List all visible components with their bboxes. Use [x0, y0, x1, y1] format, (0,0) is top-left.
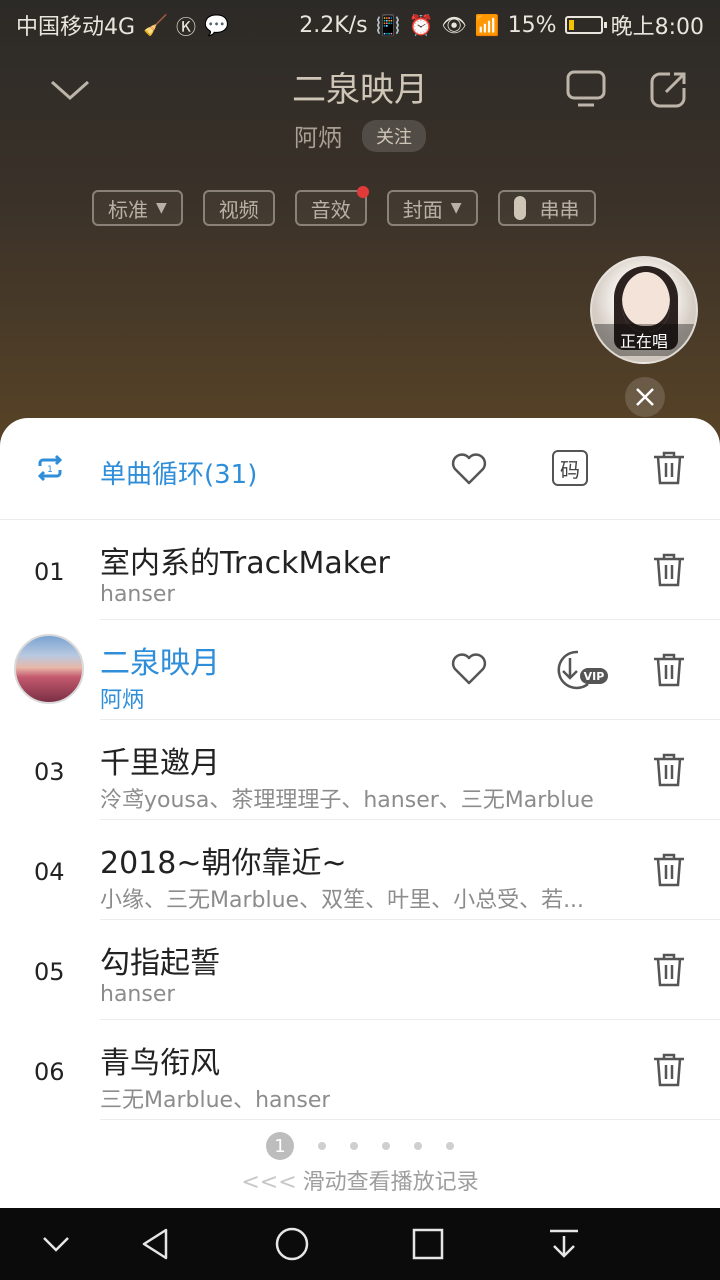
new-badge-dot [356, 186, 369, 198]
list-item[interactable]: 01 室内系的TrackMaker hanser [0, 520, 720, 620]
svg-text:VIP: VIP [584, 670, 605, 683]
list-item[interactable]: 03 千里邀月 泠鸢yousa、茶理理理子、hanser、三无Marblue [0, 720, 720, 820]
track-number: 01 [34, 558, 65, 586]
chuanchuan-label: 串串 [539, 197, 580, 222]
eye-icon: 👁 [441, 13, 467, 37]
swipe-arrows: <<< [241, 1170, 297, 1195]
artist-name[interactable]: 阿炳 [294, 118, 342, 153]
network-speed: 2.2K/s [299, 12, 368, 38]
video-label: 视频 [218, 197, 259, 222]
effects-label: 音效 [310, 197, 351, 222]
track-artist: hanser [100, 982, 176, 1007]
effects-chip[interactable]: 音效 [294, 186, 369, 226]
playlist-sheet: 1 单曲循环(31) 码 01 室内系的TrackMaker hanser 二泉… [0, 418, 720, 1208]
heart-icon[interactable] [450, 652, 488, 686]
clock: 晚上8:00 [610, 15, 704, 40]
list-item[interactable]: 04 2018~朝你靠近~ 小缘、三无Marblue、双笙、叶里、小总受、若..… [0, 820, 720, 920]
wifi-icon: 📶 [474, 13, 500, 37]
page-indicator: 1 [0, 1132, 720, 1160]
now-singing-label: 正在唱 [592, 324, 696, 356]
track-artist: hanser [100, 582, 176, 607]
trash-icon[interactable] [652, 1052, 686, 1088]
caret-down-icon: ▼ [156, 200, 167, 216]
playlist-header: 1 单曲循环(31) 码 [0, 418, 720, 520]
now-singing-avatar[interactable]: 正在唱 [590, 256, 698, 364]
chat-icon: 💬 [203, 13, 229, 37]
track-title: 2018~朝你靠近~ [100, 846, 347, 881]
song-title: 二泉映月 [292, 70, 428, 110]
notification-pull-icon[interactable] [546, 1226, 582, 1262]
trash-icon[interactable] [652, 450, 686, 486]
svg-text:1: 1 [47, 465, 53, 475]
page-dot [350, 1142, 358, 1150]
download-vip-icon[interactable]: VIP [548, 648, 610, 692]
track-artist: 三无Marblue、hanser [100, 1088, 331, 1113]
page-current: 1 [266, 1132, 294, 1160]
carrier-label: 中国移动4G [16, 15, 136, 40]
battery-icon [564, 16, 607, 34]
track-number: 05 [34, 958, 65, 986]
play-mode-label[interactable]: 单曲循环(31) [100, 454, 257, 491]
trash-icon[interactable] [652, 852, 686, 888]
vibrate-icon: 📳 [375, 13, 401, 37]
home-icon[interactable] [274, 1226, 310, 1262]
track-title: 勾指起誓 [100, 946, 220, 981]
trash-icon[interactable] [652, 552, 686, 588]
battery-percent: 15% [507, 12, 557, 38]
track-title: 二泉映月 [100, 646, 220, 681]
code-button[interactable]: 码 [552, 450, 588, 486]
playlist: 01 室内系的TrackMaker hanser 二泉映月 阿炳 VIP 03 … [0, 520, 720, 1120]
list-item-active[interactable]: 二泉映月 阿炳 VIP [0, 620, 720, 720]
swipe-hint[interactable]: <<< 滑动查看播放记录 [0, 1164, 720, 1196]
track-number: 06 [34, 1058, 65, 1086]
recents-icon[interactable] [410, 1226, 446, 1262]
system-nav-bar [0, 1208, 720, 1280]
heart-icon[interactable] [450, 452, 488, 486]
quality-chip[interactable]: 标准 ▼ [92, 190, 183, 226]
k-icon: Ⓚ [175, 14, 196, 39]
list-item[interactable]: 06 青鸟衔风 三无Marblue、hanser [0, 1020, 720, 1120]
track-title: 千里邀月 [100, 746, 220, 781]
cover-label: 封面 [402, 197, 443, 222]
chuanchuan-chip[interactable]: 串串 [497, 190, 596, 226]
back-icon[interactable] [138, 1226, 174, 1262]
tv-cast-icon[interactable] [566, 70, 606, 108]
track-title: 室内系的TrackMaker [100, 546, 390, 581]
page-dot [318, 1142, 326, 1150]
status-bar: 中国移动4G 🧹 Ⓚ 💬 2.2K/s 📳 ⏰ 👁 📶 15% 晚上8:00 [0, 0, 720, 50]
page-dot [414, 1142, 422, 1150]
quality-label: 标准 [108, 197, 148, 222]
follow-button[interactable]: 关注 [362, 119, 426, 152]
list-item[interactable]: 05 勾指起誓 hanser [0, 920, 720, 1020]
alarm-icon: ⏰ [408, 13, 434, 37]
trash-icon[interactable] [652, 652, 686, 688]
clean-icon: 🧹 [143, 13, 168, 37]
track-number: 04 [34, 858, 65, 886]
track-title: 青鸟衔风 [100, 1046, 220, 1081]
share-icon[interactable] [650, 70, 688, 108]
pill-icon [513, 196, 526, 220]
track-artist: 阿炳 [100, 688, 145, 713]
chevron-down-icon[interactable] [40, 1230, 72, 1258]
track-artist: 小缘、三无Marblue、双笙、叶里、小总受、若... [100, 888, 585, 913]
artist-row: 阿炳 关注 [0, 118, 720, 153]
page-dot [382, 1142, 390, 1150]
cover-chip[interactable]: 封面 ▼ [386, 190, 478, 226]
repeat-one-icon[interactable]: 1 [34, 452, 66, 484]
option-chips: 标准 ▼ 视频 音效 封面 ▼ 串串 [92, 186, 596, 226]
caret-down-icon: ▼ [450, 200, 462, 216]
album-cover [14, 634, 84, 704]
track-number: 03 [34, 758, 65, 786]
track-artist: 泠鸢yousa、茶理理理子、hanser、三无Marblue [100, 788, 594, 813]
trash-icon[interactable] [652, 752, 686, 788]
close-icon[interactable] [625, 377, 665, 417]
video-chip[interactable]: 视频 [202, 190, 275, 226]
trash-icon[interactable] [652, 952, 686, 988]
swipe-hint-text: 滑动查看播放记录 [302, 1170, 479, 1195]
page-dot [446, 1142, 454, 1150]
